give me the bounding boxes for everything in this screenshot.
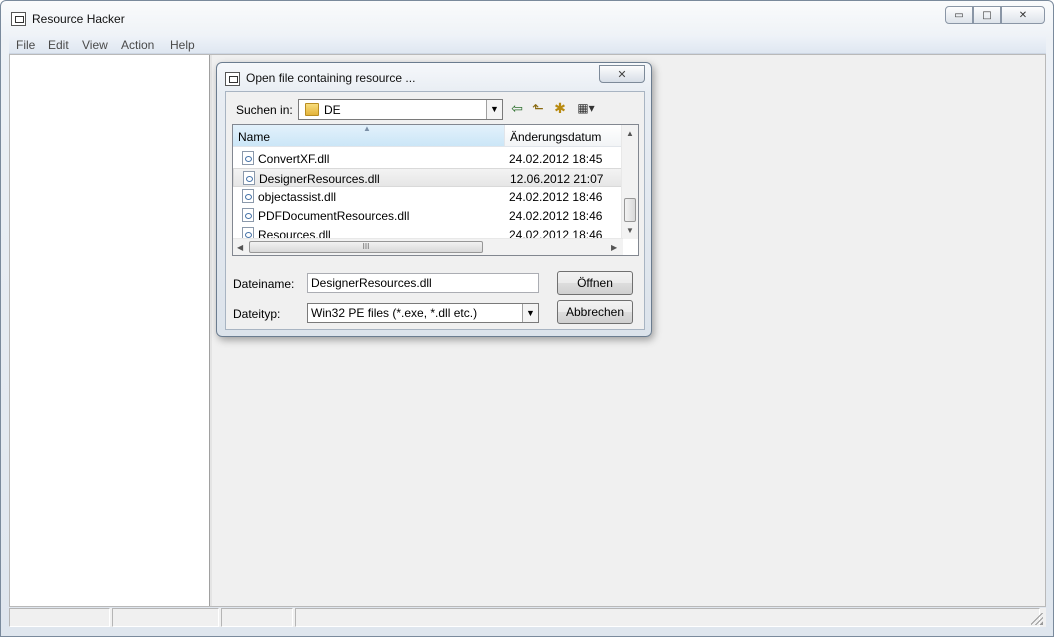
back-arrow-icon[interactable]: ⇦: [508, 100, 526, 116]
menu-help[interactable]: Help: [170, 38, 195, 52]
menu-action[interactable]: Action: [121, 38, 154, 52]
scroll-up-icon[interactable]: ▲: [626, 129, 634, 138]
close-icon: ✕: [617, 68, 627, 81]
cancel-button[interactable]: Abbrechen: [557, 300, 633, 324]
window-controls: ▭ □ ✕: [945, 6, 1045, 24]
dialog-title: Open file containing resource ...: [246, 71, 416, 85]
view-menu-icon[interactable]: ▦▾: [572, 100, 600, 116]
dialog-close-button[interactable]: ✕: [599, 65, 645, 83]
horizontal-scroll-thumb[interactable]: III: [249, 241, 483, 253]
dll-file-icon: [242, 189, 254, 203]
dll-file-icon: [243, 171, 255, 185]
dll-file-icon: [242, 151, 254, 165]
filetype-value: Win32 PE files (*.exe, *.dll etc.): [311, 306, 478, 320]
file-name: objectassist.dll: [258, 190, 337, 204]
new-folder-icon[interactable]: ✱: [551, 100, 569, 116]
window-title: Resource Hacker: [32, 12, 125, 26]
pane-splitter[interactable]: [210, 55, 212, 606]
file-row[interactable]: objectassist.dll 24.02.2012 18:46: [233, 187, 623, 206]
resource-hacker-icon: [11, 12, 26, 26]
file-date: 24.02.2012 18:46: [509, 209, 603, 223]
resize-grip-icon[interactable]: [1031, 613, 1043, 625]
file-date: 24.02.2012 18:46: [509, 190, 603, 204]
status-panel: [9, 608, 110, 627]
file-date: 24.02.2012 18:45: [509, 152, 603, 166]
vertical-scrollbar[interactable]: ▲ ▼: [621, 125, 638, 239]
file-name: PDFDocumentResources.dll: [258, 209, 410, 223]
chevron-down-icon[interactable]: ▼: [522, 304, 538, 322]
file-name: ConvertXF.dll: [258, 152, 330, 166]
column-date-label: Änderungsdatum: [510, 130, 602, 144]
dialog-body: Suchen in: DE ▼ ⇦ ⬑ ✱ ▦▾ ▲ Name Änderung…: [225, 91, 645, 330]
file-row[interactable]: PDFDocumentResources.dll 24.02.2012 18:46: [233, 206, 623, 225]
dll-file-icon: [242, 208, 254, 222]
maximize-button[interactable]: □: [973, 6, 1001, 24]
column-name-label: Name: [238, 130, 271, 144]
file-name: DesignerResources.dll: [259, 172, 380, 186]
menu-edit[interactable]: Edit: [48, 38, 69, 52]
status-bar: [9, 608, 1046, 627]
close-icon: ✕: [1018, 9, 1028, 21]
folder-icon: [305, 103, 319, 116]
title-bar[interactable]: Resource Hacker ▭ □ ✕: [1, 1, 1053, 35]
file-row[interactable]: DesignerResources.dll 12.06.2012 21:07: [233, 168, 623, 187]
resource-tree[interactable]: [10, 55, 210, 606]
open-file-dialog: Open file containing resource ... ✕ Such…: [216, 62, 652, 337]
up-folder-icon[interactable]: ⬑: [529, 100, 547, 116]
menu-file[interactable]: File: [16, 38, 35, 52]
file-date: 12.06.2012 21:07: [510, 172, 604, 186]
filetype-dropdown[interactable]: Win32 PE files (*.exe, *.dll etc.) ▼: [307, 303, 539, 323]
filename-input[interactable]: DesignerResources.dll: [307, 273, 539, 293]
vertical-scroll-thumb[interactable]: [624, 198, 636, 222]
column-header-name[interactable]: ▲ Name: [233, 124, 505, 147]
filetype-label: Dateityp:: [233, 307, 281, 321]
status-panel: [295, 608, 1040, 627]
look-in-dropdown[interactable]: DE ▼: [298, 99, 503, 120]
minimize-icon: ▭: [954, 9, 964, 21]
dialog-app-icon: [225, 72, 240, 86]
close-button[interactable]: ✕: [1001, 6, 1045, 24]
minimize-button[interactable]: ▭: [945, 6, 973, 24]
scroll-right-icon[interactable]: ▶: [611, 243, 617, 252]
sort-ascending-icon: ▲: [363, 124, 371, 133]
column-header-date[interactable]: Änderungsdatum: [505, 125, 623, 147]
look-in-label: Suchen in:: [236, 103, 293, 117]
menu-view[interactable]: View: [82, 38, 108, 52]
open-button[interactable]: Öffnen: [557, 271, 633, 295]
status-panel: [221, 608, 293, 627]
status-panel: [112, 608, 219, 627]
scroll-left-icon[interactable]: ◀: [237, 243, 243, 252]
maximize-icon: □: [982, 9, 992, 21]
file-list[interactable]: ▲ Name Änderungsdatum ConvertXF.dll 24.02…: [232, 124, 639, 256]
file-row[interactable]: ConvertXF.dll 24.02.2012 18:45: [233, 149, 623, 168]
scroll-down-icon[interactable]: ▼: [626, 226, 634, 235]
look-in-value: DE: [324, 103, 341, 117]
menu-bar: File Edit View Action Help: [9, 36, 1046, 54]
horizontal-scrollbar[interactable]: ◀ III ▶: [233, 238, 623, 255]
filename-label: Dateiname:: [233, 277, 295, 291]
chevron-down-icon[interactable]: ▼: [486, 100, 502, 119]
